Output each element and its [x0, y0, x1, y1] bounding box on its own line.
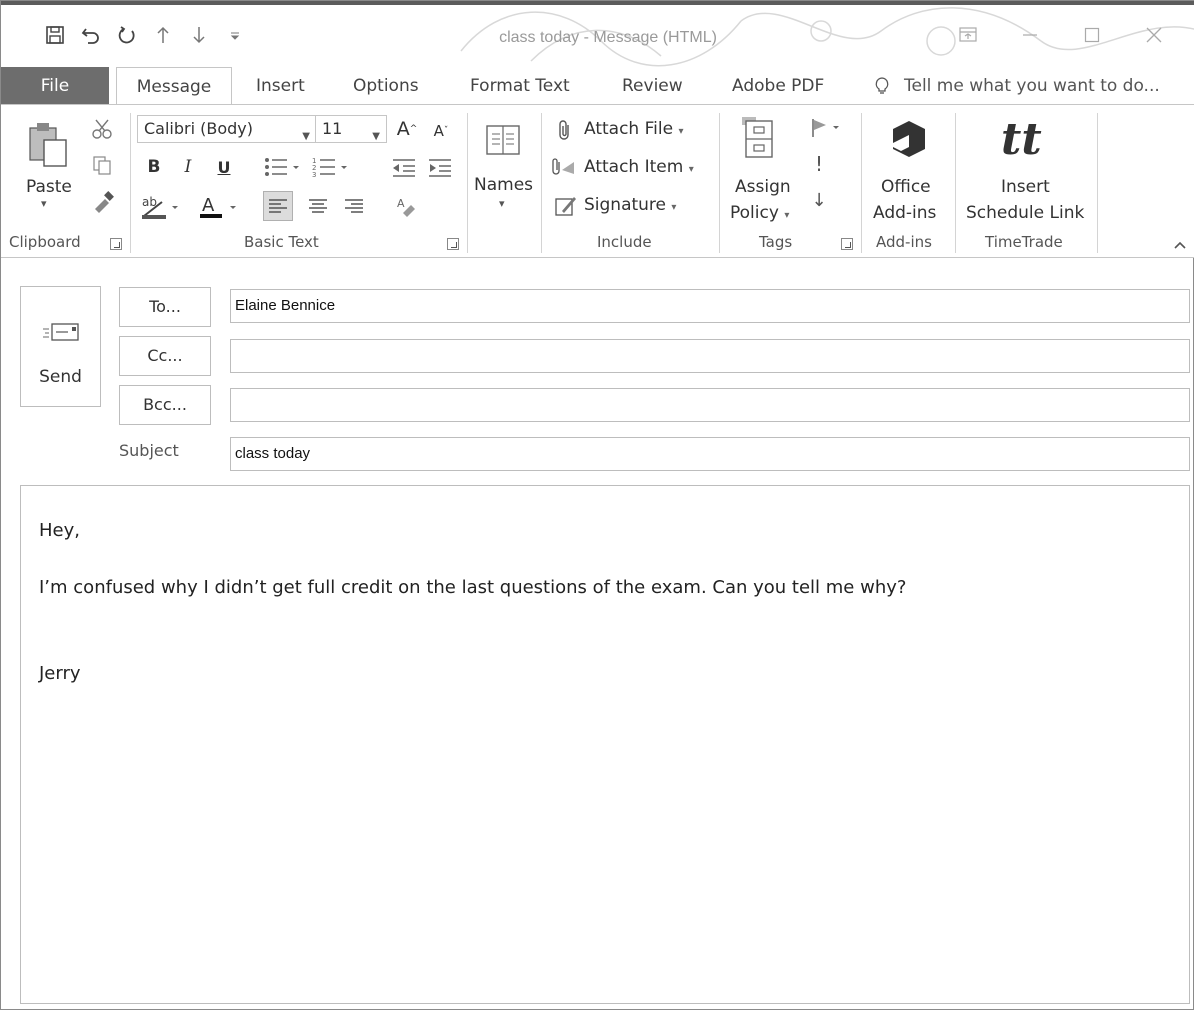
copy-icon[interactable] — [89, 153, 115, 177]
tab-review[interactable]: Review — [622, 67, 683, 105]
svg-text:A: A — [397, 197, 405, 210]
numbering-icon[interactable]: 123 — [309, 153, 353, 181]
bold-icon[interactable]: B — [143, 153, 165, 181]
tab-insert[interactable]: Insert — [256, 67, 305, 105]
send-label: Send — [39, 367, 82, 387]
signature-button[interactable]: Signature ▾ — [584, 195, 676, 215]
shrink-font-icon[interactable]: Aˇ — [429, 117, 453, 145]
collapse-ribbon-icon[interactable] — [1171, 237, 1189, 253]
clear-formatting-icon[interactable]: A — [391, 191, 421, 221]
align-center-icon[interactable] — [303, 191, 333, 221]
basic-text-dialog-launcher[interactable] — [447, 238, 459, 250]
close-icon[interactable] — [1123, 15, 1185, 55]
paperclip-icon — [553, 117, 577, 143]
font-size-select[interactable]: 11 ▼ — [315, 115, 387, 143]
italic-icon[interactable]: I — [177, 153, 199, 181]
send-button[interactable]: Send — [20, 286, 101, 407]
timetrade-logo-icon[interactable]: tt — [999, 113, 1055, 163]
tab-options[interactable]: Options — [353, 67, 419, 105]
policy-label[interactable]: Policy ▾ — [730, 203, 789, 223]
insert-label[interactable]: Insert — [1001, 177, 1050, 197]
tab-format-text[interactable]: Format Text — [470, 67, 570, 105]
attach-file-button[interactable]: Attach File ▾ — [584, 119, 684, 139]
names-dropdown-icon[interactable]: ▾ — [499, 197, 505, 210]
subject-label: Subject — [119, 441, 179, 460]
ribbon-separator — [467, 113, 468, 253]
cc-button[interactable]: Cc... — [119, 336, 211, 376]
title-bar: class today - Message (HTML) — [1, 1, 1194, 67]
office-addins-icon[interactable] — [885, 115, 933, 163]
increase-indent-icon[interactable] — [425, 153, 455, 181]
ribbon: Paste ▾ Clipboard Calibri (Body) ▼ 11 ▼ A ^… — [1, 104, 1194, 258]
align-right-icon[interactable] — [339, 191, 369, 221]
signature-icon — [553, 193, 579, 219]
low-importance-icon[interactable]: ↓ — [809, 187, 829, 213]
ribbon-separator — [719, 113, 720, 253]
tags-dialog-launcher[interactable] — [841, 238, 853, 250]
include-group-label: Include — [597, 233, 652, 251]
high-importance-icon[interactable]: ! — [811, 151, 827, 177]
to-button[interactable]: To... — [119, 287, 211, 327]
lightbulb-icon — [875, 77, 889, 94]
addins-group-label: Add-ins — [876, 233, 932, 251]
basic-text-group-label: Basic Text — [244, 233, 319, 251]
decrease-indent-icon[interactable] — [389, 153, 419, 181]
svg-text:tt: tt — [1001, 114, 1042, 162]
subject-field[interactable]: class today — [230, 437, 1190, 471]
align-left-icon[interactable] — [263, 191, 293, 221]
attach-item-icon — [551, 155, 579, 181]
body-line: I’m confused why I didn’t get full credi… — [39, 577, 907, 598]
timetrade-group-label: TimeTrade — [985, 233, 1063, 251]
cc-field[interactable] — [230, 339, 1190, 373]
ribbon-separator — [955, 113, 956, 253]
svg-text:3: 3 — [312, 171, 316, 179]
assign-label[interactable]: Assign — [735, 177, 791, 197]
ribbon-separator — [1097, 113, 1098, 253]
window-controls — [937, 15, 1185, 55]
office-label[interactable]: Office — [881, 177, 931, 197]
cut-icon[interactable] — [89, 117, 115, 141]
to-field[interactable]: Elaine Bennice — [230, 289, 1190, 323]
font-family-select[interactable]: Calibri (Body) ▼ — [137, 115, 317, 143]
addins-label[interactable]: Add-ins — [873, 203, 936, 223]
outlook-compose-window: class today - Message (HTML) File Messag… — [0, 0, 1194, 1010]
underline-icon[interactable]: U — [213, 153, 235, 181]
bcc-button[interactable]: Bcc... — [119, 385, 211, 425]
ribbon-tabs: File Message Insert Options Format Text … — [1, 67, 1194, 106]
svg-text:A: A — [202, 195, 215, 216]
grow-font-icon[interactable]: A ^ — [394, 115, 420, 143]
format-painter-icon[interactable] — [89, 189, 117, 215]
maximize-icon[interactable] — [1061, 15, 1123, 55]
body-greeting: Hey, — [39, 520, 80, 541]
address-book-icon[interactable] — [481, 119, 525, 161]
assign-policy-icon[interactable] — [735, 113, 781, 161]
names-label[interactable]: Names — [474, 175, 533, 195]
minimize-icon[interactable] — [999, 15, 1061, 55]
follow-up-flag-icon[interactable] — [807, 115, 847, 141]
clipboard-group-label: Clipboard — [9, 233, 81, 251]
ribbon-separator — [861, 113, 862, 253]
body-signoff: Jerry — [39, 663, 81, 684]
ribbon-separator — [541, 113, 542, 253]
paste-dropdown-icon[interactable]: ▾ — [41, 197, 47, 210]
bullets-icon[interactable] — [261, 153, 305, 181]
tell-me-search[interactable]: Tell me what you want to do... — [874, 67, 1160, 105]
tab-file[interactable]: File — [1, 67, 109, 105]
tab-message[interactable]: Message — [116, 67, 232, 106]
message-body-editor[interactable]: Hey, I’m confused why I didn’t get full … — [20, 485, 1190, 1004]
paste-icon[interactable] — [23, 119, 73, 169]
bcc-field[interactable] — [230, 388, 1190, 422]
tags-group-label: Tags — [759, 233, 793, 251]
tab-adobe-pdf[interactable]: Adobe PDF — [732, 67, 824, 105]
font-color-icon[interactable]: A — [197, 191, 241, 221]
send-icon — [43, 323, 79, 341]
clipboard-dialog-launcher[interactable] — [110, 238, 122, 250]
highlight-color-icon[interactable]: ab — [139, 191, 183, 221]
ribbon-separator — [130, 113, 131, 253]
attach-item-button[interactable]: Attach Item ▾ — [584, 157, 694, 177]
ribbon-display-options-icon[interactable] — [937, 15, 999, 55]
schedule-link-label[interactable]: Schedule Link — [966, 203, 1084, 223]
paste-label[interactable]: Paste — [26, 177, 72, 197]
